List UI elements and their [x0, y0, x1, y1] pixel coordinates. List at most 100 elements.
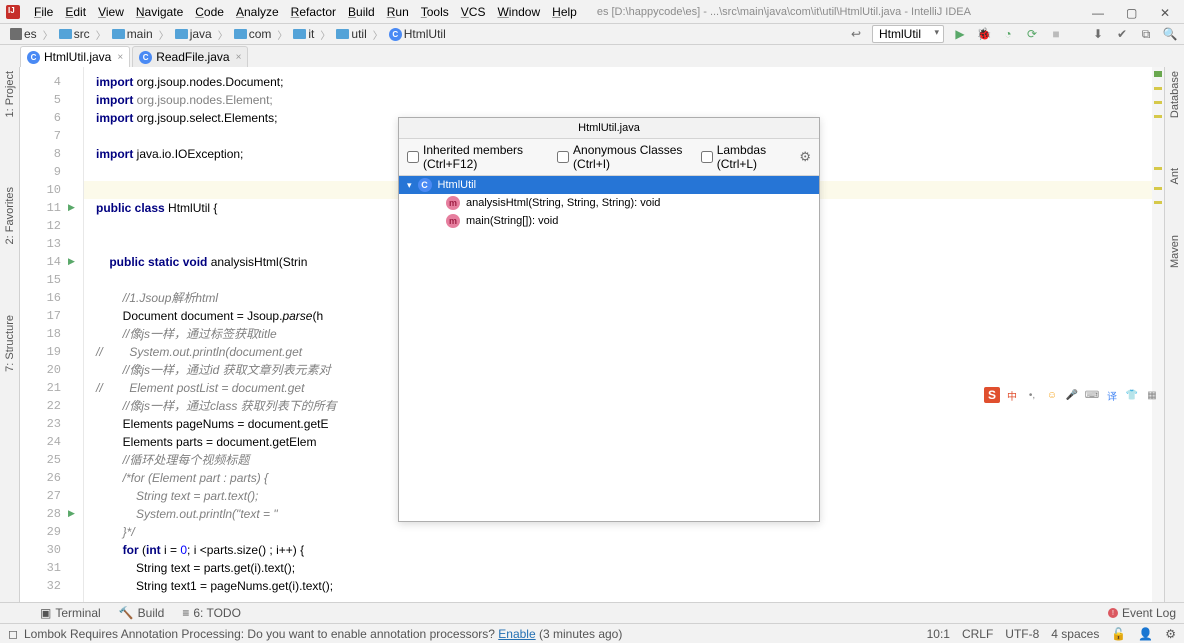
line-number: 18	[47, 325, 61, 343]
main-body: 1: Project2: Favorites7: Structure 45678…	[0, 67, 1184, 602]
tab-close-icon[interactable]: ×	[236, 52, 242, 63]
line-number: 21	[47, 379, 61, 397]
right-rail-ant[interactable]: Ant	[1169, 168, 1181, 185]
tab-ReadFile.java[interactable]: CReadFile.java×	[132, 46, 248, 67]
run-config-select[interactable]: HtmlUtil	[872, 25, 944, 43]
menu-code[interactable]: Code	[189, 2, 230, 22]
gutter-run-icon[interactable]: ▶	[68, 508, 75, 519]
editor[interactable]: 4567891011▶121314▶1516171819202122232425…	[20, 67, 1164, 602]
left-rail-1-project[interactable]: 1: Project	[4, 71, 16, 117]
event-log-button[interactable]: !Event Log	[1108, 606, 1176, 620]
maximize-icon[interactable]: ▢	[1126, 6, 1138, 18]
back-icon[interactable]: ↩	[848, 26, 864, 42]
encoding[interactable]: UTF-8	[1005, 627, 1039, 641]
history-icon[interactable]: ⧉	[1138, 26, 1154, 42]
breadcrumb: es〉src〉main〉java〉com〉it〉util〉CHtmlUtil	[6, 27, 450, 42]
enable-link[interactable]: Enable	[498, 627, 535, 641]
menubar: FileEditViewNavigateCodeAnalyzeRefactorB…	[0, 0, 1184, 23]
profile-icon[interactable]: ⟳	[1024, 26, 1040, 42]
structure-item[interactable]: mmain(String[]): void	[399, 212, 819, 230]
ime-toolbox-icon[interactable]: ▦	[1144, 387, 1160, 403]
indent[interactable]: 4 spaces	[1051, 627, 1099, 641]
crumb-java[interactable]: java	[171, 27, 216, 41]
marker	[1154, 87, 1162, 90]
update-icon[interactable]: ⬇	[1090, 26, 1106, 42]
gear-icon[interactable]: ⚙	[799, 149, 811, 165]
ime-translate-icon[interactable]: 译	[1104, 387, 1120, 403]
ime-emoji-icon[interactable]: ☺	[1044, 387, 1060, 403]
readonly-icon[interactable]: 🔓	[1111, 627, 1126, 641]
tab-HtmlUtil.java[interactable]: CHtmlUtil.java×	[20, 46, 130, 67]
menu-vcs[interactable]: VCS	[455, 2, 492, 22]
ime-voice-icon[interactable]: 🎤	[1064, 387, 1080, 403]
menu-tools[interactable]: Tools	[415, 2, 455, 22]
build-button[interactable]: 🔨 Build	[119, 606, 165, 620]
app-logo-icon	[6, 5, 20, 19]
popup-title: HtmlUtil.java	[399, 118, 819, 139]
menu-help[interactable]: Help	[546, 2, 583, 22]
menu-edit[interactable]: Edit	[59, 2, 92, 22]
left-rail-7-structure[interactable]: 7: Structure	[4, 315, 16, 372]
close-icon[interactable]: ✕	[1160, 6, 1172, 18]
crumb-src[interactable]: src	[55, 27, 94, 41]
menu-navigate[interactable]: Navigate	[130, 2, 189, 22]
search-icon[interactable]: 🔍	[1162, 26, 1178, 42]
gutter-run-icon[interactable]: ▶	[68, 256, 75, 267]
ime-cn-icon[interactable]: 中	[1004, 387, 1020, 403]
line-number: 10	[47, 181, 61, 199]
debug-icon[interactable]: 🐞	[976, 26, 992, 42]
ime-keyboard-icon[interactable]: ⌨	[1084, 387, 1100, 403]
right-rail-database[interactable]: Database	[1169, 71, 1181, 118]
menu-build[interactable]: Build	[342, 2, 381, 22]
caret-position[interactable]: 10:1	[927, 627, 950, 641]
terminal-button[interactable]: ▣ Terminal	[40, 606, 101, 620]
minimize-icon[interactable]: —	[1092, 6, 1104, 18]
popup-option[interactable]: Lambdas (Ctrl+L)	[701, 143, 788, 171]
window-controls: — ▢ ✕	[1092, 6, 1178, 18]
line-number: 12	[47, 217, 61, 235]
menu-view[interactable]: View	[92, 2, 130, 22]
right-rail-maven[interactable]: Maven	[1169, 235, 1181, 268]
ime-skin-icon[interactable]: 👕	[1124, 387, 1140, 403]
menu-file[interactable]: File	[28, 2, 59, 22]
menu-refactor[interactable]: Refactor	[285, 2, 342, 22]
todo-button[interactable]: ≡ 6: TODO	[182, 606, 241, 620]
line-number: 31	[47, 559, 61, 577]
stop-icon[interactable]: ■	[1048, 26, 1064, 42]
crumb-it[interactable]: it	[289, 27, 318, 41]
menu-analyze[interactable]: Analyze	[230, 2, 285, 22]
crumb-main[interactable]: main	[108, 27, 157, 41]
popup-option[interactable]: Inherited members (Ctrl+F12)	[407, 143, 545, 171]
crumb-es[interactable]: es	[6, 27, 41, 41]
menu-run[interactable]: Run	[381, 2, 415, 22]
line-sep[interactable]: CRLF	[962, 627, 993, 641]
line-number: 11	[47, 199, 61, 217]
left-rail-2-favorites[interactable]: 2: Favorites	[4, 187, 16, 244]
popup-option[interactable]: Anonymous Classes (Ctrl+I)	[557, 143, 689, 171]
editor-tabs: CHtmlUtil.java×CReadFile.java×	[0, 45, 1184, 67]
class-icon: C	[27, 51, 40, 64]
run-icon[interactable]: ▶	[952, 26, 968, 42]
class-icon: C	[418, 178, 432, 192]
popup-options: Inherited members (Ctrl+F12) Anonymous Cl…	[399, 139, 819, 176]
tab-close-icon[interactable]: ×	[117, 52, 123, 63]
crumb-htmlutil[interactable]: CHtmlUtil	[385, 27, 450, 41]
inspect-icon[interactable]: 👤	[1138, 627, 1153, 641]
coverage-icon[interactable]: ◔	[1000, 26, 1016, 42]
structure-item[interactable]: ▾ CHtmlUtil	[399, 176, 819, 194]
line-number: 26	[47, 469, 61, 487]
gutter-run-icon[interactable]: ▶	[68, 202, 75, 213]
ime-punct-icon[interactable]: •,	[1024, 387, 1040, 403]
line-number: 8	[54, 145, 61, 163]
crumb-sep: 〉	[43, 27, 53, 42]
marker	[1154, 115, 1162, 118]
commit-icon[interactable]: ✔	[1114, 26, 1130, 42]
mem-icon[interactable]: ⚙	[1165, 627, 1176, 641]
ime-logo-icon[interactable]: S	[984, 387, 1000, 403]
crumb-com[interactable]: com	[230, 27, 276, 41]
crumb-util[interactable]: util	[332, 27, 370, 41]
tool-window-icon[interactable]: ◻	[8, 627, 18, 641]
structure-item[interactable]: manalysisHtml(String, String, String): v…	[399, 194, 819, 212]
menu-window[interactable]: Window	[491, 2, 546, 22]
marker	[1154, 101, 1162, 104]
